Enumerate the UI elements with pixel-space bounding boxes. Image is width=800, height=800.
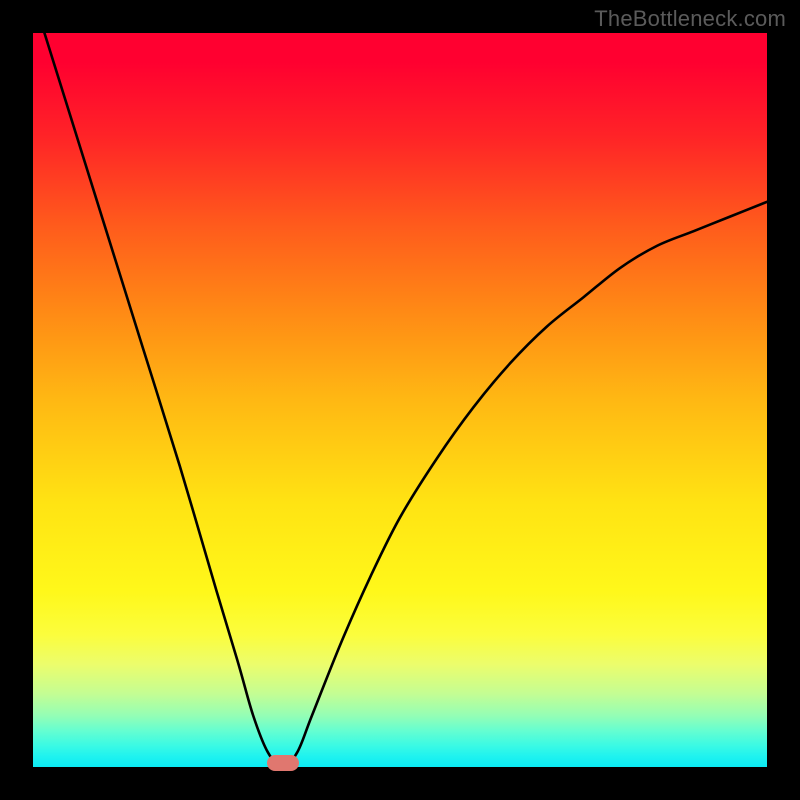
watermark-text: TheBottleneck.com xyxy=(594,6,786,32)
gradient-background xyxy=(33,33,767,767)
chart-frame: TheBottleneck.com xyxy=(0,0,800,800)
plot-area xyxy=(33,33,767,767)
optimal-marker xyxy=(267,755,299,771)
